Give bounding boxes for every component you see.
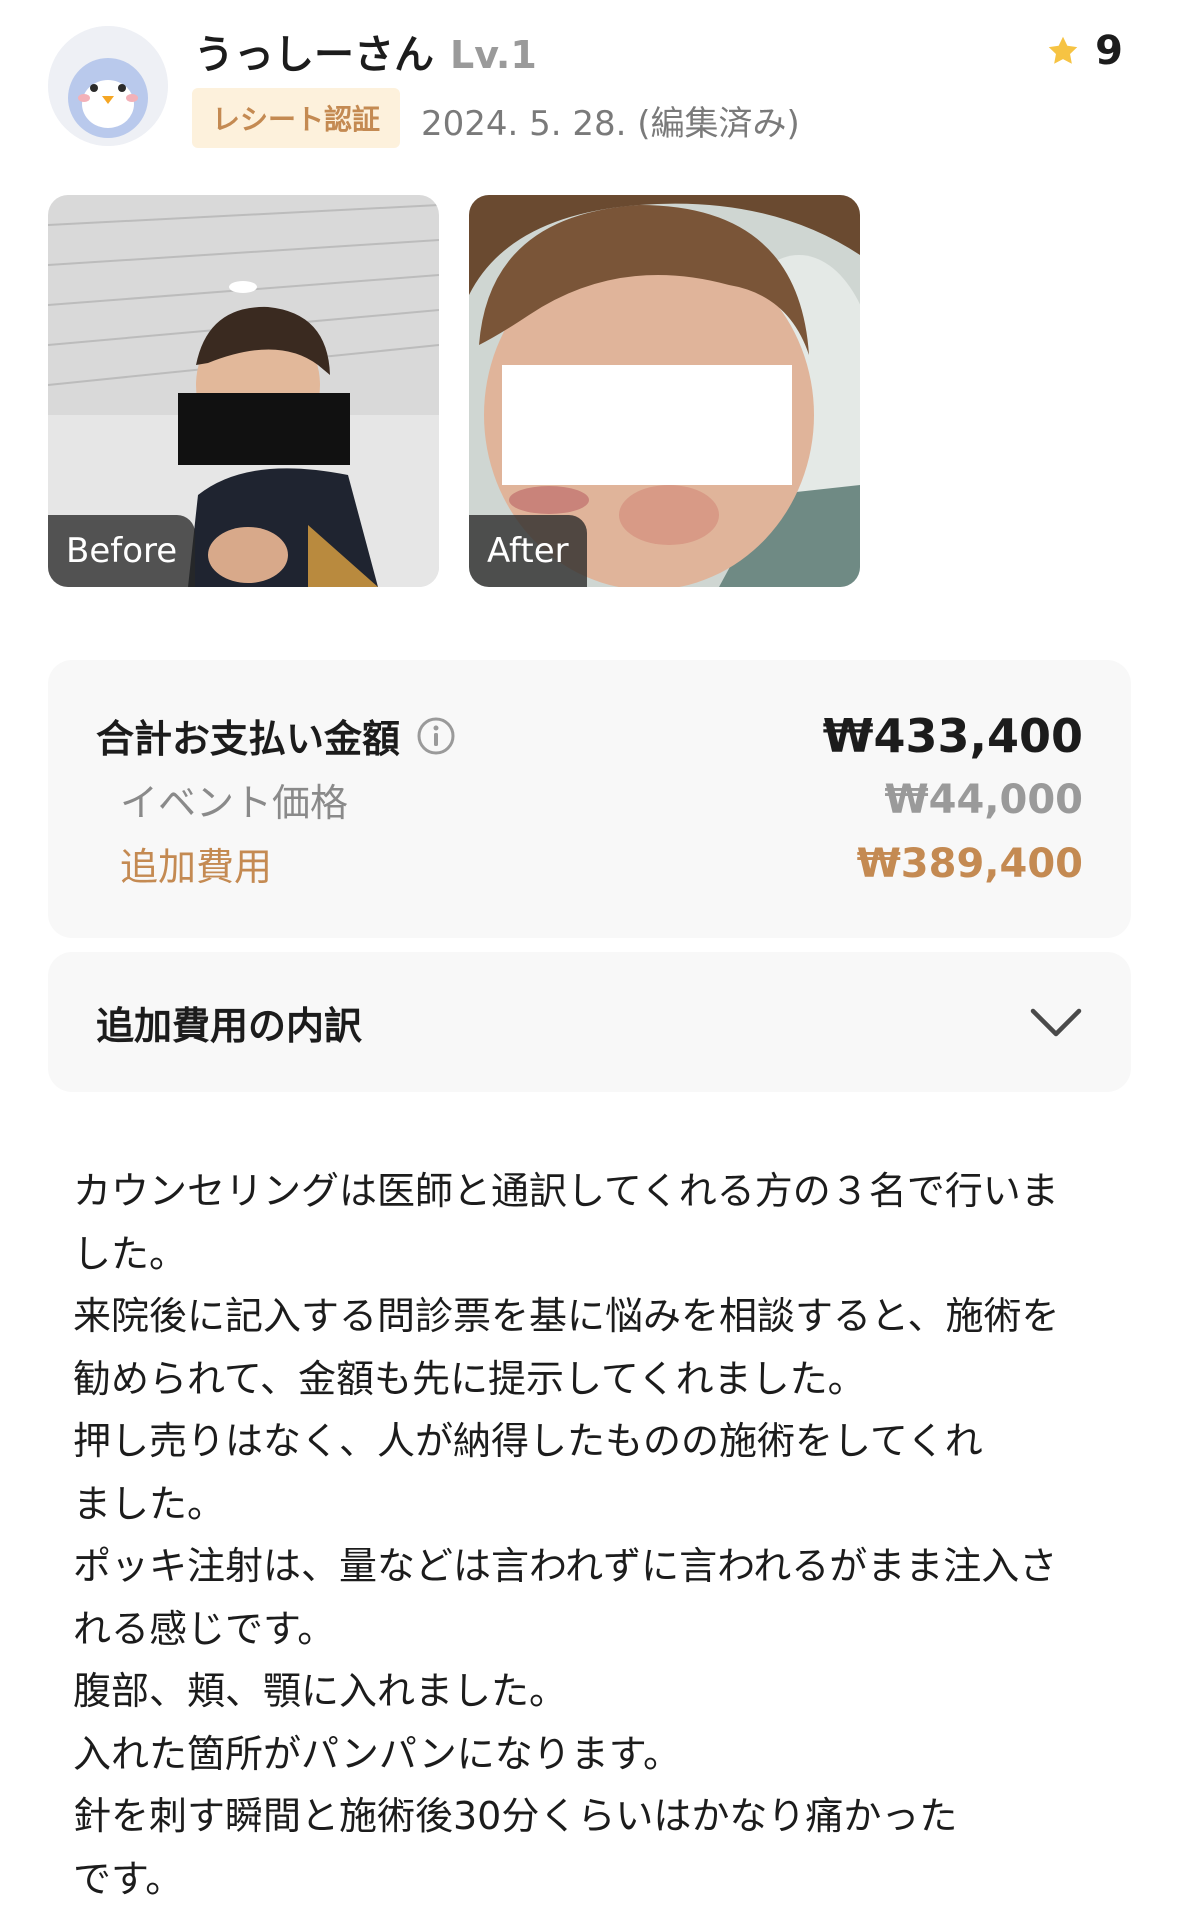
review-line: カウンセリングは医師と通訳してくれる方の３名で行いま (73, 1169, 1059, 1213)
review-text: カウンセリングは医師と通訳してくれる方の３名で行いま した。 来院後に記入する問… (73, 1160, 1113, 1905)
username[interactable]: うっしーさん (194, 22, 434, 80)
star-icon (1048, 36, 1078, 64)
review-line: 入れた箇所がパンパンになります。 (73, 1731, 682, 1776)
receipt-verified-badge: レシート認証 (192, 88, 401, 148)
total-payment-label: 合計お支払い金額 (96, 717, 401, 761)
review-line: 来院後に記入する問診票を基に悩みを相談すると、施術を (73, 1294, 1060, 1338)
price-summary-card: 合計お支払い金額 ₩433,400 イベント価格 ₩44,000 追加費用 ₩3… (48, 660, 1131, 938)
user-info: うっしーさん Lv.1 (194, 22, 537, 80)
extra-cost-breakdown-toggle[interactable]: 追加費用の内訳 (48, 952, 1131, 1092)
before-label: Before (48, 515, 196, 587)
total-payment-value: ₩433,400 (822, 708, 1083, 763)
penguin-avatar-icon[interactable] (48, 26, 168, 146)
review-line: ました。 (73, 1481, 226, 1526)
breakdown-label: 追加費用の内訳 (96, 1003, 363, 1048)
extra-cost-label: 追加費用 (120, 845, 273, 889)
total-payment-row: 合計お支払い金額 ₩433,400 (96, 708, 1083, 763)
user-level: Lv.1 (450, 33, 537, 77)
after-label: After (469, 515, 587, 587)
extra-cost-row: 追加費用 ₩389,400 (96, 836, 1083, 891)
review-page: うっしーさん Lv.1 9 レシート認証 2024. 5. 28. (編集済み) (0, 0, 1179, 1905)
review-line: ポッキ注射は、量などは言われずに言われるがまま注入さ (73, 1544, 1058, 1588)
review-line: 腹部、頬、顎に入れました。 (73, 1669, 568, 1713)
review-line: です。 (73, 1856, 184, 1901)
review-line: した。 (73, 1231, 188, 1276)
event-price-row: イベント価格 ₩44,000 (96, 772, 1083, 827)
rating: 9 (1045, 28, 1123, 74)
total-payment-label-group: 合計お支払い金額 (96, 708, 456, 763)
before-photo[interactable]: Before (48, 195, 439, 587)
after-photo[interactable]: After (469, 195, 860, 587)
event-price-label: イベント価格 (120, 781, 349, 825)
review-line: 勧められて、金額も先に提示してくれました。 (73, 1356, 866, 1401)
review-line: 押し売りはなく、人が納得したものの施術をしてくれ (73, 1419, 983, 1463)
review-line: 針を刺す瞬間と施術後30分くらいはかなり痛かった (73, 1794, 958, 1838)
extra-cost-value: ₩389,400 (856, 840, 1083, 887)
review-date: 2024. 5. 28. (編集済み) (421, 104, 800, 144)
chevron-down-icon[interactable] (1029, 1005, 1083, 1039)
rating-value: 9 (1095, 28, 1123, 74)
review-line: れる感じです。 (73, 1606, 336, 1651)
info-icon[interactable] (416, 716, 456, 756)
event-price-value: ₩44,000 (884, 776, 1083, 823)
